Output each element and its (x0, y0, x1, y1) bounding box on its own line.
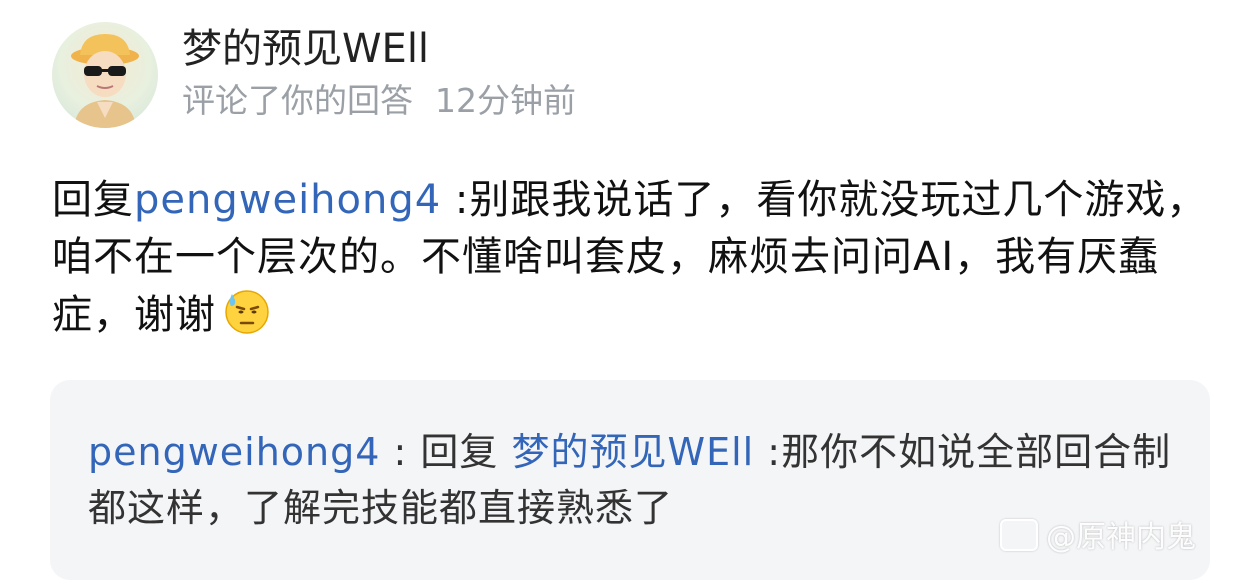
quote-separator: : (380, 430, 421, 474)
watermark: @原神内鬼 (1000, 512, 1196, 556)
watermark-text: @原神内鬼 (1046, 520, 1196, 555)
quote-author-link[interactable]: pengweihong4 (88, 430, 380, 474)
meta-action: 评论了你的回答 (182, 81, 413, 120)
sweat-smile-emoji-icon (222, 286, 272, 336)
user-name[interactable]: 梦的预见WEll (182, 16, 429, 74)
avatar-image (71, 34, 139, 128)
meta-time: 12分钟前 (435, 81, 576, 120)
comment-body: 回复pengweihong4 :别跟我说话了，看你就没玩过几个游戏，咱不在一个层… (52, 172, 1217, 344)
quote-mention-link[interactable]: 梦的预见WEll (512, 430, 755, 474)
avatar[interactable] (52, 22, 158, 128)
quote-reply-prefix: 回复 (420, 430, 512, 474)
mention-link[interactable]: pengweihong4 (134, 177, 441, 223)
reply-prefix: 回复 (52, 177, 134, 223)
comment-meta: 评论了你的回答 12分钟前 (182, 74, 576, 122)
weibo-logo-icon (1000, 519, 1038, 551)
